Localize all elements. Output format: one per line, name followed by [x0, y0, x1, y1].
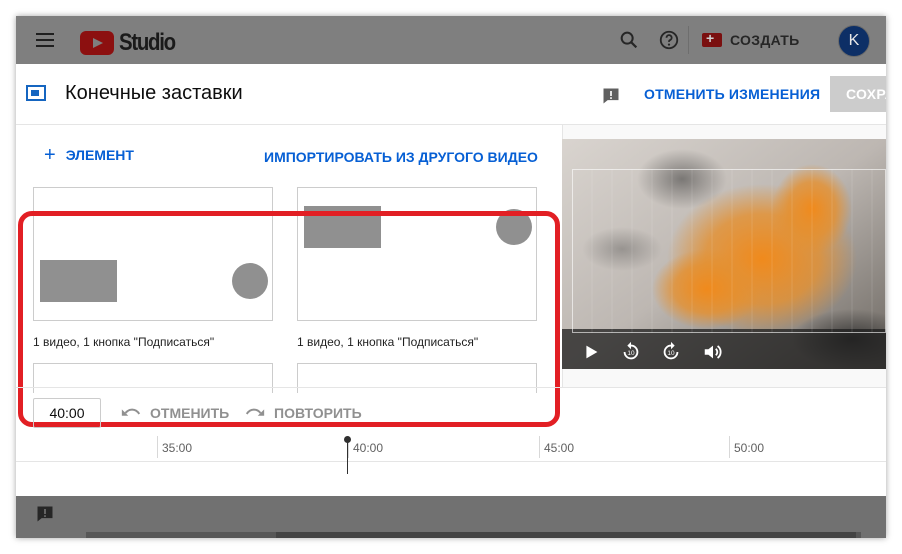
app-window: Studio СОЗДАТЬ K Конечные заставки [16, 16, 886, 538]
endscreen-dialog: Конечные заставки ОТМЕНИТЬ ИЗМЕНЕНИЯ СОХ… [16, 64, 886, 496]
feedback-icon[interactable] [34, 504, 56, 524]
time-input[interactable]: 40:00 [33, 398, 101, 428]
tick-label: 35:00 [162, 441, 193, 455]
timeline-ruler[interactable]: 35:00 40:00 45:00 50:00 [16, 436, 886, 497]
plus-icon: + [44, 144, 56, 166]
brand-text: Studio [119, 29, 176, 56]
undo-icon [121, 408, 141, 416]
undo-button[interactable]: ОТМЕНИТЬ [120, 405, 229, 421]
timeline-area: 40:00 ОТМЕНИТЬ ПОВТОРИТЬ 35:00 40:00 45:… [16, 387, 886, 497]
studio-header: Studio СОЗДАТЬ K [16, 16, 886, 64]
ruler-tick [729, 436, 730, 458]
create-video-icon [702, 30, 722, 47]
create-label: СОЗДАТЬ [730, 32, 800, 48]
redo-button[interactable]: ПОВТОРИТЬ [244, 405, 362, 421]
save-label: СОХРАНИТЬ [846, 86, 886, 102]
search-icon[interactable] [618, 29, 640, 51]
safe-area-overlay [572, 169, 886, 333]
page-title: Конечные заставки [65, 82, 243, 104]
cancel-changes-button[interactable]: ОТМЕНИТЬ ИЗМЕНЕНИЯ [644, 86, 820, 102]
ruler-tick [539, 436, 540, 458]
dimmed-background [16, 496, 886, 538]
redo-icon [245, 408, 265, 416]
playhead[interactable] [347, 438, 348, 474]
ruler-tick [157, 436, 158, 458]
forward-10-icon[interactable]: 10 [660, 341, 682, 363]
avatar[interactable]: K [838, 25, 870, 57]
header-divider [688, 26, 689, 54]
play-icon[interactable] [580, 341, 602, 363]
menu-icon[interactable] [36, 33, 54, 47]
tick-label: 50:00 [734, 441, 765, 455]
svg-text:10: 10 [667, 350, 675, 357]
add-element-button[interactable]: + ЭЛЕМЕНТ [44, 144, 134, 166]
redo-label: ПОВТОРИТЬ [274, 405, 362, 421]
ruler-baseline [16, 461, 886, 462]
endscreen-icon [26, 85, 46, 101]
rewind-10-icon[interactable]: 10 [620, 341, 642, 363]
import-from-video-link[interactable]: ИМПОРТИРОВАТЬ ИЗ ДРУГОГО ВИДЕО [264, 149, 538, 165]
scrollbar-thumb[interactable] [276, 532, 856, 538]
video-preview: 10 10 [562, 139, 886, 369]
feedback-icon[interactable] [601, 86, 621, 106]
tick-label: 45:00 [544, 441, 575, 455]
create-button[interactable]: СОЗДАТЬ [702, 26, 800, 54]
avatar-letter: K [848, 32, 860, 49]
svg-text:10: 10 [627, 350, 635, 357]
youtube-studio-logo[interactable]: Studio [80, 29, 185, 57]
volume-icon[interactable] [702, 341, 724, 363]
help-icon[interactable] [658, 29, 680, 51]
save-button[interactable]: СОХРАНИТЬ [830, 76, 886, 112]
youtube-play-icon [80, 31, 114, 55]
add-element-label: ЭЛЕМЕНТ [65, 147, 134, 163]
undo-label: ОТМЕНИТЬ [150, 405, 230, 421]
tick-label: 40:00 [353, 441, 384, 455]
dialog-title-bar: Конечные заставки ОТМЕНИТЬ ИЗМЕНЕНИЯ СОХ… [16, 64, 886, 125]
